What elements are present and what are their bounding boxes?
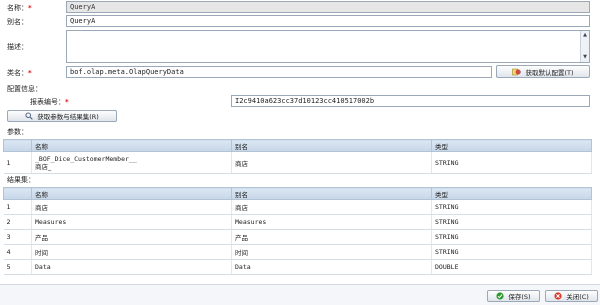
params-header-type[interactable]: 类型	[431, 139, 592, 152]
result-type-cell: STRING	[431, 229, 592, 245]
class-label: 类名：*	[7, 69, 32, 77]
result-alias-cell: 产品	[231, 229, 432, 245]
result-name-cell: 时间	[31, 244, 232, 260]
report-id-field[interactable]: I2c9410a623cc37d10123cc410517002b	[231, 95, 590, 107]
config-info-label: 配置信息：	[7, 85, 42, 93]
table-row[interactable]: 1 商店 商店 STRING	[3, 199, 592, 215]
row-number: 1	[3, 151, 32, 174]
close-button[interactable]: 关闭(C)	[545, 290, 598, 302]
alias-label: 别名：	[7, 18, 28, 26]
description-label: 描述：	[7, 43, 28, 51]
results-header-num	[3, 187, 32, 200]
params-header-alias[interactable]: 别名	[231, 139, 432, 152]
scroll-down-icon[interactable]: ▼	[582, 54, 588, 60]
results-header-alias[interactable]: 别名	[231, 187, 432, 200]
report-id-label: 报表编号：*	[30, 98, 69, 106]
results-header-row: 名称 别名 类型	[3, 187, 592, 200]
results-table: 名称 别名 类型 1 商店 商店 STRING 2 Measures Measu…	[3, 187, 592, 275]
result-name-cell: 产品	[31, 229, 232, 245]
result-alias-cell: 商店	[231, 199, 432, 215]
save-button[interactable]: 保存(S)	[487, 290, 540, 302]
row-number: 2	[3, 214, 32, 230]
param-type-cell: STRING	[431, 151, 592, 174]
results-header-type[interactable]: 类型	[431, 187, 592, 200]
result-type-cell: STRING	[431, 199, 592, 215]
results-section-label: 结果集：	[7, 176, 35, 184]
close-icon	[554, 292, 562, 300]
class-field[interactable]: bof.olap.meta.OlapQueryData	[66, 66, 492, 78]
params-header-name[interactable]: 名称	[31, 139, 232, 152]
table-row[interactable]: 4 时间 时间 STRING	[3, 244, 592, 260]
description-scrollbar[interactable]: ▲ ▼	[580, 31, 589, 62]
table-row[interactable]: 2 Measures Measures STRING	[3, 214, 592, 230]
params-header-num	[3, 139, 32, 152]
param-name-cell: _BOF_Dice_CustomerMember__ 商店_	[31, 151, 232, 174]
table-row[interactable]: 5 Data Data DOUBLE	[3, 259, 592, 275]
result-type-cell: STRING	[431, 214, 592, 230]
name-label: 名称：*	[7, 4, 32, 12]
result-alias-cell: Measures	[231, 214, 432, 230]
results-header-name[interactable]: 名称	[31, 187, 232, 200]
param-name-line1: _BOF_Dice_CustomerMember__	[35, 154, 137, 163]
result-type-cell: STRING	[431, 244, 592, 260]
param-name-line2: 商店_	[35, 162, 52, 171]
params-header-row: 名称 别名 类型	[3, 139, 592, 152]
table-row[interactable]: 1 _BOF_Dice_CustomerMember__ 商店_ 商店 STRI…	[3, 151, 592, 174]
name-field[interactable]: QueryA	[66, 1, 590, 13]
param-alias-cell: 商店	[231, 151, 432, 174]
row-number: 1	[3, 199, 32, 215]
params-table: 名称 别名 类型 1 _BOF_Dice_CustomerMember__ 商店…	[3, 139, 592, 174]
result-type-cell: DOUBLE	[431, 259, 592, 275]
config-icon	[512, 68, 522, 76]
scroll-up-icon[interactable]: ▲	[582, 32, 588, 38]
result-name-cell: Measures	[31, 214, 232, 230]
result-alias-cell: 时间	[231, 244, 432, 260]
row-number: 4	[3, 244, 32, 260]
params-section-label: 参数：	[7, 128, 28, 136]
description-textarea[interactable]	[66, 30, 590, 63]
get-default-config-button[interactable]: 获取默认配置(T)	[496, 65, 590, 78]
row-number: 3	[3, 229, 32, 245]
save-check-icon	[496, 292, 504, 300]
table-row[interactable]: 3 产品 产品 STRING	[3, 229, 592, 245]
result-alias-cell: Data	[231, 259, 432, 275]
result-name-cell: 商店	[31, 199, 232, 215]
row-number: 5	[3, 259, 32, 275]
magnifier-icon	[25, 112, 33, 120]
result-name-cell: Data	[31, 259, 232, 275]
alias-field[interactable]: QueryA	[66, 15, 590, 27]
get-params-results-button[interactable]: 获取参数与结果集(R)	[7, 110, 117, 122]
